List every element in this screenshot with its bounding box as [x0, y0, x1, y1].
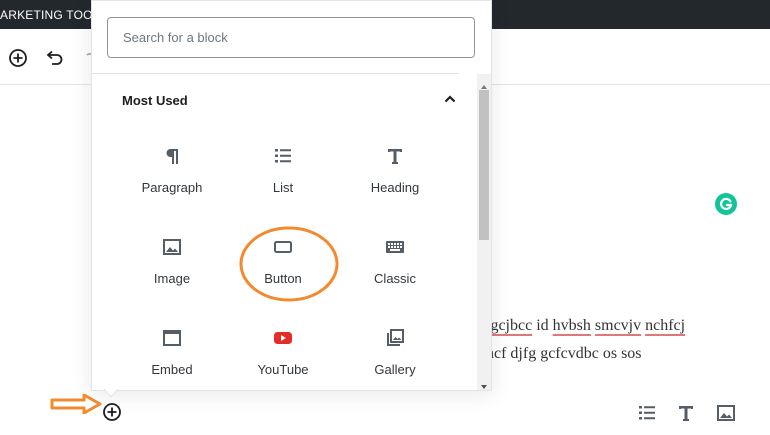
image-icon [162, 237, 182, 257]
block-label: Paragraph [141, 180, 203, 195]
quick-add-list-button[interactable] [637, 403, 657, 423]
block-label: Image [153, 271, 191, 286]
add-block-inline-button[interactable] [102, 402, 122, 422]
scroll-up-arrow-icon[interactable] [480, 78, 488, 89]
youtube-icon [273, 328, 293, 348]
block-classic[interactable]: Classic [339, 225, 451, 313]
block-label: Embed [151, 362, 193, 377]
block-label: YouTube [257, 362, 309, 377]
plus-circle-icon [103, 403, 121, 421]
heading-icon [385, 146, 405, 166]
misspelled-word: jgcjbcc [486, 317, 533, 334]
chevron-up-icon [442, 91, 458, 107]
add-block-toolbar-button[interactable] [7, 47, 29, 69]
image-icon [717, 405, 735, 421]
undo-button[interactable] [43, 47, 65, 69]
block-list[interactable]: List [227, 134, 339, 222]
block-paragraph[interactable]: Paragraph [116, 134, 228, 222]
misspelled-word: nchfcj [645, 317, 686, 334]
block-search-box [107, 17, 475, 58]
popover-pointer [104, 389, 118, 398]
misspelled-word: hvbsh [552, 317, 591, 334]
panel-title: Most Used [122, 93, 188, 108]
paragraph-line-2[interactable]: ncf djfg gcfcvdbc os sos [486, 345, 642, 363]
block-label: Heading [370, 180, 420, 195]
block-label: List [272, 180, 294, 195]
heading-icon [679, 406, 693, 421]
gallery-icon [385, 328, 405, 348]
undo-icon [46, 50, 63, 65]
block-heading[interactable]: Heading [339, 134, 451, 222]
plus-circle-icon [9, 49, 27, 67]
block-embed[interactable]: Embed [116, 316, 228, 404]
admin-bar-site-name[interactable]: ARKETING TOO [0, 8, 93, 22]
list-icon [639, 406, 655, 420]
button-icon [273, 237, 293, 257]
block-inserter-popover: Most Used Paragraph List Heading Image B [91, 0, 492, 391]
block-gallery[interactable]: Gallery [339, 316, 451, 404]
block-button[interactable]: Button [227, 225, 339, 313]
paragraph-icon [162, 146, 182, 166]
annotation-arrow-icon [50, 394, 102, 414]
block-youtube[interactable]: YouTube [227, 316, 339, 404]
paragraph-text: id [532, 317, 553, 334]
block-search-input[interactable] [108, 18, 474, 57]
scrollbar-thumb[interactable] [479, 90, 489, 240]
embed-icon [162, 328, 182, 348]
grammarly-badge[interactable] [715, 193, 737, 215]
block-label: Gallery [374, 362, 416, 377]
paragraph-line-1[interactable]: jgcjbcc id hvbsh smcvjv nchfcj [486, 317, 685, 335]
misspelled-word: smcvjv [594, 317, 642, 334]
block-label: Classic [374, 271, 416, 286]
block-label: Button [264, 271, 302, 286]
keyboard-icon [385, 237, 405, 257]
block-image[interactable]: Image [116, 225, 228, 313]
grammarly-icon [720, 197, 733, 210]
divider [92, 73, 459, 74]
list-icon [273, 146, 293, 166]
quick-add-image-button[interactable] [716, 403, 736, 423]
quick-add-heading-button[interactable] [676, 403, 696, 423]
scroll-down-arrow-icon[interactable] [480, 378, 488, 389]
most-used-panel-toggle[interactable]: Most Used [108, 81, 458, 119]
inserter-scrollbar[interactable] [477, 74, 491, 390]
